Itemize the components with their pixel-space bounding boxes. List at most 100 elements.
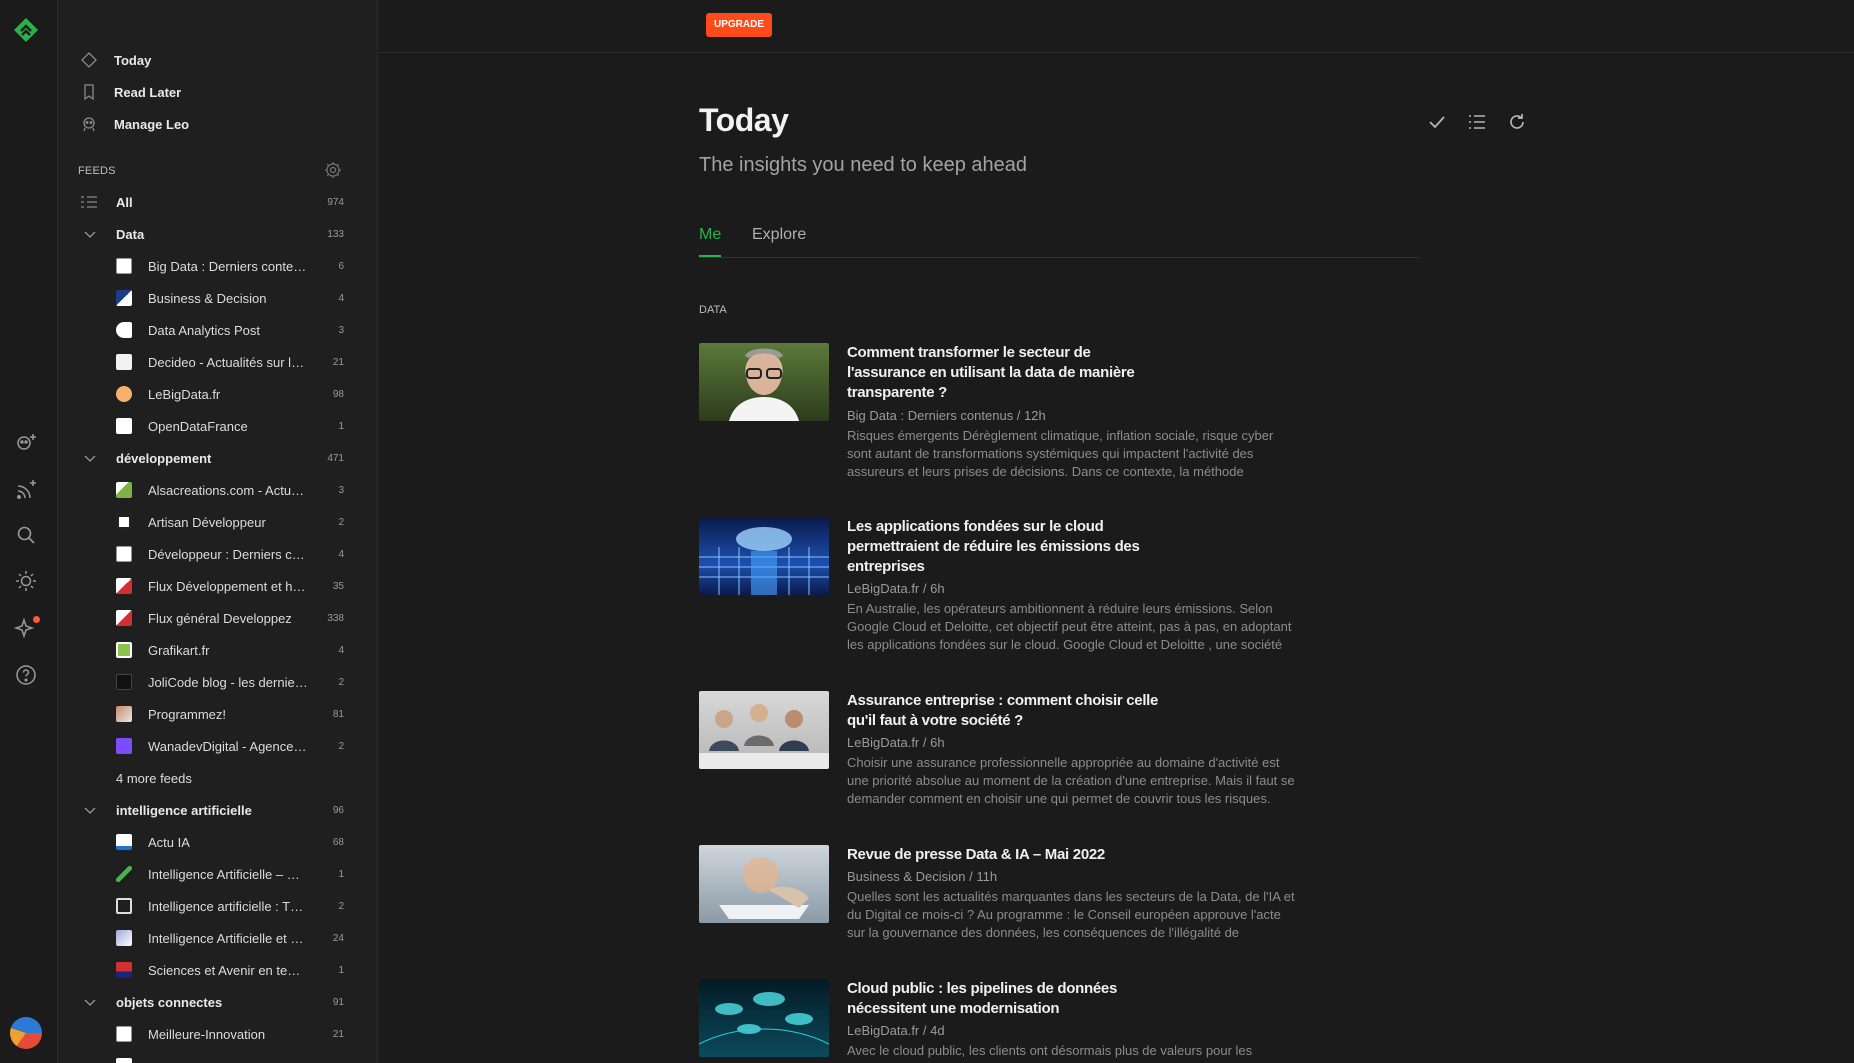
feed-count: 6 xyxy=(338,260,344,272)
feed-item[interactable]: Intelligence artificielle : T… 2 xyxy=(58,890,377,922)
article-thumbnail[interactable] xyxy=(699,845,829,923)
article-meta: Big Data : Derniers contenus / 12h xyxy=(847,408,1046,423)
tab-me[interactable]: Me xyxy=(699,226,722,257)
feed-item[interactable]: Big Data : Derniers conte… 6 xyxy=(58,250,377,282)
feed-item[interactable]: Flux général Developpez 338 xyxy=(58,602,377,634)
feed-item[interactable]: Flux Développement et h… 35 xyxy=(58,570,377,602)
feed-item[interactable]: Artisan Développeur 2 xyxy=(58,506,377,538)
nav-manage-leo[interactable]: Manage Leo xyxy=(80,112,189,136)
feed-item[interactable]: Business & Decision 4 xyxy=(58,282,377,314)
feed-count: 21 xyxy=(332,356,344,368)
article-thumbnail[interactable] xyxy=(699,691,829,769)
article-thumbnail[interactable] xyxy=(699,979,829,1057)
feed-label: Artisan Développeur xyxy=(148,514,266,530)
article-meta: Business & Decision / 11h xyxy=(847,869,998,884)
feed-item[interactable]: OpenDataFrance 1 xyxy=(58,410,377,442)
feed-count: 2 xyxy=(338,676,344,688)
help-icon[interactable] xyxy=(14,663,38,687)
chevron-down-icon[interactable] xyxy=(83,995,97,1009)
category-count: 133 xyxy=(327,228,344,240)
category-objets-connectes[interactable]: objets connectes 91 xyxy=(58,986,377,1018)
feed-label: Alsacreations.com - Actu… xyxy=(148,482,305,498)
feed-label: LeBigData.fr xyxy=(148,386,221,402)
category-intelligence-artificielle[interactable]: intelligence artificielle 96 xyxy=(58,794,377,826)
feed-label: Big Data : Derniers conte… xyxy=(148,258,307,274)
chevron-down-icon[interactable] xyxy=(83,803,97,817)
nav-today[interactable]: Today xyxy=(80,48,151,72)
feed-favicon xyxy=(116,834,132,850)
category-data[interactable]: Data 133 xyxy=(58,218,377,250)
article-thumbnail[interactable] xyxy=(699,517,829,595)
feeds-section-label: FEEDS xyxy=(78,165,116,177)
feed-label: Intelligence artificielle : T… xyxy=(148,898,304,914)
feed-label: Intelligence Artificielle et … xyxy=(148,930,304,946)
feed-count: 2 xyxy=(338,516,344,528)
feed-all-count: 974 xyxy=(327,196,344,208)
feed-item[interactable] xyxy=(58,1050,377,1063)
feedly-logo-icon[interactable] xyxy=(12,16,40,44)
feed-item[interactable]: Intelligence Artificielle et … 24 xyxy=(58,922,377,954)
feed-item[interactable]: Développeur : Derniers c… 4 xyxy=(58,538,377,570)
feed-favicon xyxy=(116,322,132,338)
feed-favicon xyxy=(116,482,132,498)
feed-favicon xyxy=(116,546,132,562)
feed-item[interactable]: Grafikart.fr 4 xyxy=(58,634,377,666)
feed-label: Meilleure-Innovation xyxy=(148,1026,266,1042)
feed-label: OpenDataFrance xyxy=(148,418,248,434)
category-developpement[interactable]: développement 471 xyxy=(58,442,377,474)
feed-item[interactable]: Actu IA 68 xyxy=(58,826,377,858)
feed-item[interactable]: Meilleure-Innovation 21 xyxy=(58,1018,377,1050)
refresh-icon[interactable] xyxy=(1506,111,1528,133)
feed-count: 2 xyxy=(338,740,344,752)
article-title[interactable]: Les applications fondées sur le cloud pe… xyxy=(847,517,1167,577)
feed-item[interactable]: WanadevDigital - Agence… 2 xyxy=(58,730,377,762)
article-summary: En Australie, les opérateurs ambitionnen… xyxy=(847,601,1292,652)
chevron-down-icon[interactable] xyxy=(83,451,97,465)
nav-read-later[interactable]: Read Later xyxy=(80,80,181,104)
feed-favicon xyxy=(116,418,132,434)
nav-manage-leo-label: Manage Leo xyxy=(114,116,190,132)
chevron-down-icon[interactable] xyxy=(83,227,97,241)
search-icon[interactable] xyxy=(14,523,38,547)
feed-favicon xyxy=(116,386,132,402)
feed-item[interactable]: Alsacreations.com - Actu… 3 xyxy=(58,474,377,506)
category-count: 91 xyxy=(332,996,344,1008)
feed-all[interactable]: All 974 xyxy=(58,186,377,218)
tab-explore[interactable]: Explore xyxy=(752,226,806,257)
add-leo-icon[interactable] xyxy=(14,431,38,455)
more-feeds-link[interactable]: 4 more feeds xyxy=(58,762,377,794)
feed-item[interactable]: Sciences et Avenir en te… 1 xyxy=(58,954,377,986)
feed-count: 81 xyxy=(332,708,344,720)
article-summary: Choisir une assurance professionnelle ap… xyxy=(847,755,1295,806)
add-feed-icon[interactable] xyxy=(14,478,38,502)
category-label: Data xyxy=(116,226,145,242)
feed-count: 4 xyxy=(338,292,344,304)
feed-favicon xyxy=(116,578,132,594)
article-title[interactable]: Comment transformer le secteur de l'assu… xyxy=(847,343,1167,403)
article-title[interactable]: Revue de presse Data & IA – Mai 2022 xyxy=(847,845,1167,865)
feed-label: Développeur : Derniers c… xyxy=(148,546,305,562)
upgrade-button[interactable]: UPGRADE xyxy=(706,13,773,37)
article-thumbnail[interactable] xyxy=(699,343,829,421)
feed-count: 98 xyxy=(332,388,344,400)
theme-icon[interactable] xyxy=(14,569,38,593)
article-title[interactable]: Cloud public : les pipelines de données … xyxy=(847,979,1167,1019)
article-title[interactable]: Assurance entreprise : comment choisir c… xyxy=(847,691,1167,731)
feed-favicon xyxy=(116,898,132,914)
feed-item[interactable]: LeBigData.fr 98 xyxy=(58,378,377,410)
section-label: DATA xyxy=(699,304,727,316)
feed-favicon xyxy=(116,962,132,978)
list-view-icon[interactable] xyxy=(1466,111,1488,133)
feed-item[interactable]: Data Analytics Post 3 xyxy=(58,314,377,346)
all-feeds-icon xyxy=(81,196,97,208)
feed-count: 68 xyxy=(332,836,344,848)
feed-item[interactable]: Decideo - Actualités sur l… 21 xyxy=(58,346,377,378)
avatar[interactable] xyxy=(10,1017,42,1049)
gear-icon[interactable] xyxy=(324,161,342,179)
mark-read-icon[interactable] xyxy=(1426,111,1448,133)
feed-item[interactable]: JoliCode blog - les dernie… 2 xyxy=(58,666,377,698)
category-count: 471 xyxy=(327,452,344,464)
feed-item[interactable]: Intelligence Artificielle – … 1 xyxy=(58,858,377,890)
feed-item[interactable]: Programmez! 81 xyxy=(58,698,377,730)
feed-favicon xyxy=(116,290,132,306)
